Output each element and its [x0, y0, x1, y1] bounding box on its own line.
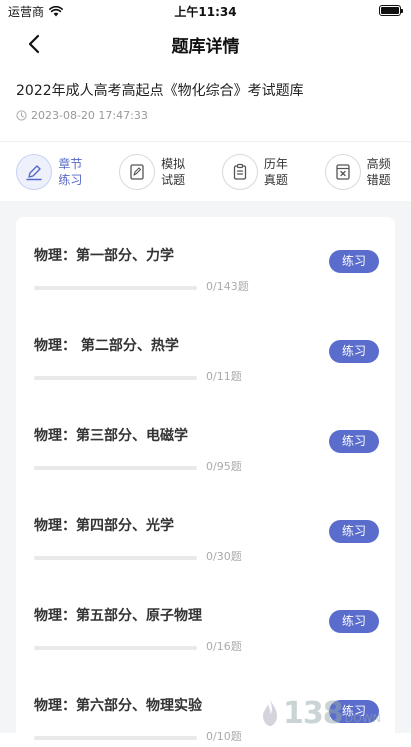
- chapter-name: 物理：第四部分、光学: [34, 515, 174, 535]
- tab-mock-exam[interactable]: 模拟 试题: [119, 154, 189, 190]
- chapter-name: 物理：第五部分、原子物理: [34, 605, 202, 625]
- progress-bar: [34, 376, 197, 380]
- status-bar: 运营商 上午11:34: [0, 0, 411, 22]
- tab-frequent-errors[interactable]: 高频 错题: [325, 154, 395, 190]
- status-time: 上午11:34: [0, 3, 411, 20]
- watermark-text: 138: [283, 696, 343, 731]
- clock-icon: [16, 110, 27, 121]
- content-area: 物理：第一部分、力学 0/143题 练习 物理： 第二部分、热学 0/11题 练…: [0, 201, 411, 733]
- pencil-icon: [24, 162, 44, 182]
- watermark-logo: 138 DOWN: [259, 695, 409, 731]
- clipboard-icon: [230, 162, 250, 182]
- nav-bar: 题库详情: [0, 22, 411, 66]
- tab-label-line1: 模拟: [161, 156, 189, 172]
- bank-date: 2023-08-20 17:47:33: [16, 109, 148, 122]
- progress-text: 0/11题: [206, 368, 242, 384]
- chapter-list: 物理：第一部分、力学 0/143题 练习 物理： 第二部分、热学 0/11题 练…: [16, 217, 395, 747]
- progress-bar: [34, 286, 197, 290]
- flame-logo-icon: [259, 698, 281, 728]
- tab-label-line2: 试题: [161, 172, 189, 188]
- tab-label-line2: 错题: [367, 172, 395, 188]
- bank-date-text: 2023-08-20 17:47:33: [31, 109, 148, 122]
- progress-text: 0/10题: [206, 728, 242, 744]
- progress-text: 0/95题: [206, 458, 242, 474]
- practice-button[interactable]: 练习: [329, 430, 379, 453]
- list-item: 物理：第一部分、力学 0/143题 练习: [16, 217, 395, 307]
- progress-text: 0/16题: [206, 638, 242, 654]
- tab-chapter-practice[interactable]: 章节 练习: [16, 154, 86, 190]
- progress-bar: [34, 466, 197, 470]
- progress-text: 0/30题: [206, 548, 242, 564]
- tab-label-line2: 练习: [58, 172, 86, 188]
- practice-button[interactable]: 练习: [329, 520, 379, 543]
- bank-title: 2022年成人高考高起点《物化综合》考试题库: [16, 80, 304, 100]
- list-item: 物理：第五部分、原子物理 0/16题 练习: [16, 577, 395, 667]
- tab-label-line1: 章节: [58, 156, 86, 172]
- tab-label-line1: 历年: [264, 156, 292, 172]
- tab-past-papers[interactable]: 历年 真题: [222, 154, 292, 190]
- exam-paper-icon: [127, 162, 147, 182]
- watermark-subtext: DOWN: [345, 712, 381, 725]
- chapter-name: 物理：第三部分、电磁学: [34, 425, 188, 445]
- progress-text: 0/143题: [206, 278, 249, 294]
- tab-label-line1: 高频: [367, 156, 395, 172]
- practice-button[interactable]: 练习: [329, 250, 379, 273]
- progress-bar: [34, 556, 197, 560]
- chapter-name: 物理：第六部分、物理实验: [34, 695, 202, 715]
- tab-label-line2: 真题: [264, 172, 292, 188]
- list-item: 物理：第三部分、电磁学 0/95题 练习: [16, 397, 395, 487]
- practice-button[interactable]: 练习: [329, 610, 379, 633]
- practice-button[interactable]: 练习: [329, 340, 379, 363]
- page-title: 题库详情: [0, 32, 411, 57]
- list-item: 物理：第四部分、光学 0/30题 练习: [16, 487, 395, 577]
- mode-tabs: 章节 练习 模拟 试题 历年 真题: [0, 141, 411, 201]
- chapter-name: 物理： 第二部分、热学: [34, 335, 179, 355]
- progress-bar: [34, 736, 197, 740]
- wrong-answer-icon: [333, 162, 353, 182]
- battery-icon: [379, 5, 401, 16]
- progress-bar: [34, 646, 197, 650]
- chapter-name: 物理：第一部分、力学: [34, 245, 174, 265]
- list-item: 物理： 第二部分、热学 0/11题 练习: [16, 307, 395, 397]
